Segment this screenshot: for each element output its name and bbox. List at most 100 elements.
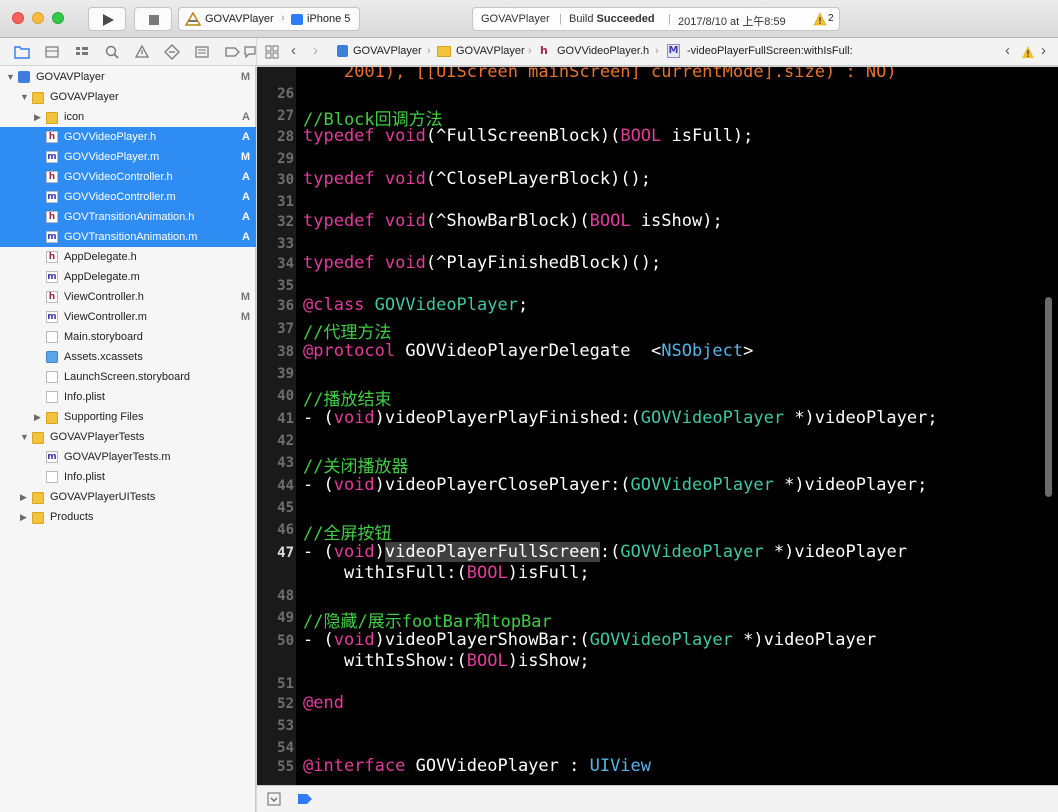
code-line[interactable]: - (void)videoPlayerFullScreen:(GOVVideoP… (303, 542, 907, 562)
file-name: GOVAVPlayerTests (50, 431, 145, 443)
code-line[interactable]: typedef void(^ShowBarBlock)(BOOL isShow)… (303, 211, 723, 231)
disclosure-open-icon[interactable]: ▼ (6, 67, 15, 87)
code-line[interactable]: //隐藏/展示footBar和topBar (303, 607, 552, 632)
file-tree-row[interactable]: LaunchScreen.storyboard (0, 367, 256, 387)
navigator-toolbar (0, 38, 256, 66)
disclosure-closed-icon[interactable]: ▶ (34, 407, 41, 427)
file-tree-row[interactable]: h AppDelegate.h (0, 247, 256, 267)
file-tree-row[interactable]: m ViewController.m M (0, 307, 256, 327)
code-line[interactable]: @interface GOVVideoPlayer : UIView (303, 756, 651, 776)
file-tree-row[interactable]: m GOVVideoPlayer.m M (0, 147, 256, 167)
code-line[interactable]: //全屏按钮 (303, 519, 391, 544)
file-tree-row[interactable]: Info.plist (0, 387, 256, 407)
file-name: Supporting Files (64, 411, 144, 423)
jumpbar-project[interactable]: GOVAVPlayer (353, 45, 422, 57)
code-line[interactable]: withIsFull:(BOOL)isFull; (303, 563, 590, 583)
scm-status-badge: A (242, 171, 250, 183)
code-line[interactable]: @end (303, 693, 344, 713)
file-tree-row[interactable]: h GOVVideoPlayer.h A (0, 127, 256, 147)
close-window-button[interactable] (12, 12, 24, 24)
implementation-file-icon: m (46, 231, 58, 243)
file-tree-row[interactable]: h GOVTransitionAnimation.h A (0, 207, 256, 227)
disclosure-closed-icon[interactable]: ▶ (20, 507, 27, 527)
file-tree-row[interactable]: ▼ GOVAVPlayerTests (0, 427, 256, 447)
code-line[interactable]: withIsShow:(BOOL)isShow; (303, 651, 590, 671)
editor-scrollbar[interactable] (1045, 297, 1052, 497)
hide-debug-area-icon[interactable] (267, 792, 281, 806)
back-arrow-icon[interactable]: ‹ (291, 42, 296, 59)
disclosure-open-icon[interactable]: ▼ (20, 87, 29, 107)
breakpoint-navigator-icon[interactable] (224, 44, 240, 60)
file-tree-row[interactable]: m GOVAVPlayerTests.m (0, 447, 256, 467)
run-button[interactable] (88, 7, 126, 31)
file-tree-row[interactable]: ▼ GOVAVPlayer M (0, 67, 256, 87)
stop-button[interactable] (134, 7, 172, 31)
search-icon[interactable] (104, 44, 120, 60)
file-name: LaunchScreen.storyboard (64, 371, 190, 383)
code-line[interactable]: @protocol GOVVideoPlayerDelegate <NSObje… (303, 341, 753, 361)
device-name[interactable]: iPhone 5 (307, 13, 350, 25)
file-tree-row[interactable]: Main.storyboard (0, 327, 256, 347)
code-line[interactable]: 2001), [[UIScreen mainScreen] currentMod… (303, 67, 897, 82)
chevron-left-icon[interactable]: ‹ (1005, 42, 1010, 59)
code-line[interactable]: //关闭播放器 (303, 452, 408, 477)
file-tree-row[interactable]: m GOVTransitionAnimation.m A (0, 227, 256, 247)
code-line[interactable]: @class GOVVideoPlayer; (303, 295, 528, 315)
related-items-icon[interactable] (265, 45, 279, 59)
folder-icon (437, 46, 451, 57)
scm-status-badge: M (240, 291, 250, 303)
symbol-navigator-icon[interactable] (74, 44, 90, 60)
source-control-icon[interactable] (44, 44, 60, 60)
file-tree-row[interactable]: Assets.xcassets (0, 347, 256, 367)
implementation-file-icon: m (46, 191, 58, 203)
issue-navigator-icon[interactable] (134, 44, 150, 60)
chevron-right-icon[interactable]: › (1041, 42, 1046, 59)
jumpbar-file[interactable]: GOVVideoPlayer.h (557, 45, 649, 57)
code-line[interactable]: typedef void(^FullScreenBlock)(BOOL isFu… (303, 126, 753, 146)
code-line[interactable]: //播放结束 (303, 385, 391, 410)
code-lines[interactable]: 2001), [[UIScreen mainScreen] currentMod… (257, 67, 1046, 785)
code-line[interactable]: - (void)videoPlayerShowBar:(GOVVideoPlay… (303, 630, 876, 650)
file-tree-row[interactable]: h GOVVideoController.h A (0, 167, 256, 187)
file-tree-row[interactable]: m AppDelegate.m (0, 267, 256, 287)
code-line[interactable]: //代理方法 (303, 318, 391, 343)
test-navigator-icon[interactable] (164, 44, 180, 60)
jumpbar-method[interactable]: -videoPlayerFullScreen:withIsFull: (687, 45, 853, 57)
build-status-value: Succeeded (596, 13, 655, 25)
file-tree-row[interactable]: ▶ icon A (0, 107, 256, 127)
file-tree-row[interactable]: ▶ Supporting Files (0, 407, 256, 427)
code-line[interactable]: - (void)videoPlayerClosePlayer:(GOVVideo… (303, 475, 927, 495)
folder-navigator-icon[interactable] (14, 44, 30, 60)
code-line[interactable]: typedef void(^ClosePLayerBlock)(); (303, 169, 651, 189)
file-name: GOVAVPlayerUITests (50, 491, 156, 503)
disclosure-closed-icon[interactable]: ▶ (34, 107, 41, 127)
scm-status-badge: A (242, 111, 250, 123)
disclosure-closed-icon[interactable]: ▶ (20, 487, 27, 507)
file-tree-row[interactable]: ▶ GOVAVPlayerUITests (0, 487, 256, 507)
breakpoints-toggle-icon[interactable] (297, 793, 313, 805)
jumpbar-group[interactable]: GOVAVPlayer (456, 45, 525, 57)
debug-navigator-icon[interactable] (194, 44, 210, 60)
file-name: ViewController.m (64, 311, 147, 323)
scm-status-badge: A (242, 131, 250, 143)
scm-status-badge: A (242, 211, 250, 223)
zoom-window-button[interactable] (52, 12, 64, 24)
forward-arrow-icon[interactable]: › (313, 42, 318, 59)
file-tree-row[interactable]: h ViewController.h M (0, 287, 256, 307)
file-tree-row[interactable]: ▼ GOVAVPlayer (0, 87, 256, 107)
source-editor[interactable]: 26 27 28 29 30 31 32 33 34 35 36 37 38 39 40 41 42 43 44 45… (257, 67, 1058, 785)
file-name: Info.plist (64, 471, 105, 483)
code-line[interactable]: typedef void(^PlayFinishedBlock)(); (303, 253, 661, 273)
file-tree-row[interactable]: ▶ Products (0, 507, 256, 527)
warning-icon[interactable] (1021, 45, 1035, 59)
report-navigator-icon[interactable] (244, 44, 256, 60)
scheme-selector[interactable]: GOVAVPlayer › iPhone 5 (178, 7, 360, 31)
minimize-window-button[interactable] (32, 12, 44, 24)
disclosure-open-icon[interactable]: ▼ (20, 427, 29, 447)
file-tree-row[interactable]: Info.plist (0, 467, 256, 487)
asset-catalog-icon (46, 351, 58, 363)
code-line[interactable]: - (void)videoPlayerPlayFinished:(GOVVide… (303, 408, 938, 428)
file-tree-row[interactable]: m GOVVideoController.m A (0, 187, 256, 207)
implementation-file-icon: m (46, 451, 58, 463)
warning-icon[interactable] (813, 12, 827, 26)
